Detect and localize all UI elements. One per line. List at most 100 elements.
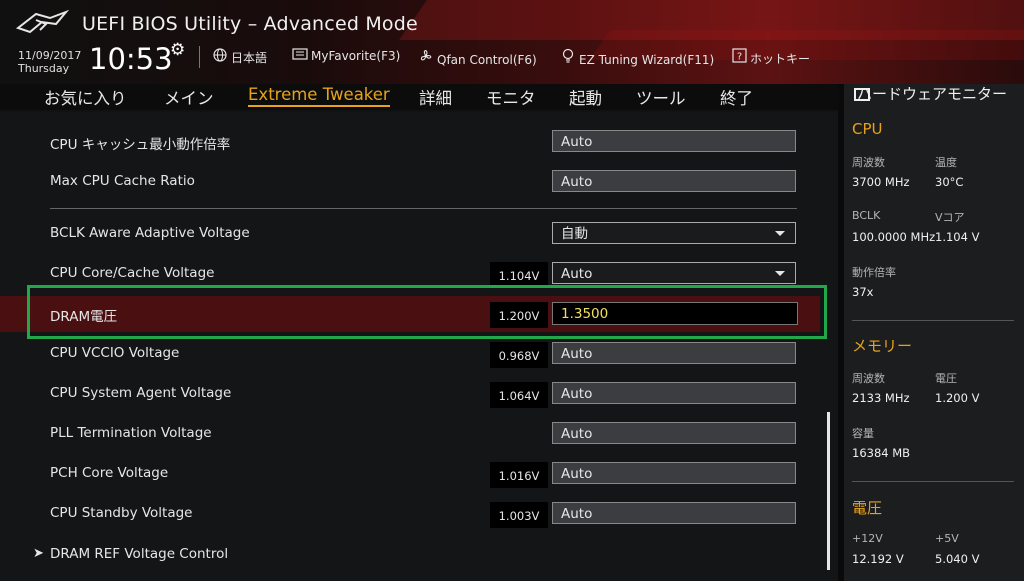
v5-label: +5V [935,532,959,545]
header-bar: UEFI BIOS Utility – Advanced Mode 11/09/… [0,0,1024,84]
mem-freq-value: 2133 MHz [852,391,910,405]
setting-label: CPU Core/Cache Voltage [50,265,215,281]
hotkey-label: ホットキー [750,52,811,66]
section-divider [852,320,1014,321]
vcore-label: Vコア [935,211,965,224]
qfan-label: Qfan Control(F6) [437,53,537,67]
highlight-annotation-box [27,285,827,339]
dropdown-selected-value: Auto [561,266,593,282]
bulb-icon [560,48,576,68]
ez-tuning-wizard-button[interactable]: EZ Tuning Wizard(F11) [560,48,714,68]
monitor-icon [854,88,870,101]
day-text: Thursday [18,62,70,75]
tab-boot[interactable]: 起動 [569,85,602,109]
chevron-right-icon: ➤ [33,546,44,561]
hardware-monitor-panel: ハードウェアモニター CPU 周波数 温度 3700 MHz 30°C BCLK… [838,84,1024,581]
tab-main[interactable]: メイン [164,85,214,109]
svg-text:?: ? [736,52,741,63]
scrollbar[interactable] [827,412,830,570]
cpu-freq-value: 3700 MHz [852,175,910,189]
myfavorite-button[interactable]: MyFavorite(F3) [292,48,400,64]
setting-value-input[interactable]: Auto [552,342,796,364]
setting-label: BCLK Aware Adaptive Voltage [50,225,250,241]
chevron-down-icon [775,231,785,236]
setting-value-input[interactable]: Auto [552,502,796,524]
fan-icon [418,48,434,68]
tab-extreme-tweaker[interactable]: Extreme Tweaker [248,85,390,107]
submenu-label: DRAM REF Voltage Control [50,546,229,562]
help-icon: ? [731,48,747,67]
voltage-reading: 1.016V [490,462,548,488]
mem-volt-label: 電圧 [935,372,957,385]
settings-panel: CPU キャッシュ最小動作倍率 Auto Max CPU Cache Ratio… [0,112,838,581]
setting-label: CPU Standby Voltage [50,505,193,521]
mem-cap-value: 16384 MB [852,446,911,460]
gear-icon[interactable]: ⚙ [170,40,185,60]
date-text: 11/09/2017 [18,49,82,62]
dropdown-selected-value: 自動 [561,226,588,242]
voltage-reading: 1.064V [490,382,548,408]
setting-label: CPU VCCIO Voltage [50,345,180,361]
clock-time: 10:53 [89,42,173,76]
section-heading-memory: メモリー [852,337,913,355]
setting-value-dropdown[interactable]: Auto [552,262,796,284]
language-button[interactable]: 日本語 [212,48,267,66]
setting-label: PLL Termination Voltage [50,425,212,441]
bclk-label: BCLK [852,209,881,222]
vcore-value: 1.104 V [935,230,980,244]
section-divider [50,208,797,209]
ez-tuning-label: EZ Tuning Wizard(F11) [579,53,715,67]
hw-monitor-title: ハードウェアモニター [852,86,1012,103]
main-menu-tabs: お気に入り メイン Extreme Tweaker 詳細 モニタ 起動 ツール … [0,84,838,110]
setting-row-cpu-cache-min-ratio[interactable]: CPU キャッシュ最小動作倍率 Auto [0,124,820,160]
clock-date: 11/09/2017 Thursday [18,49,81,75]
setting-row-cpu-vccio-voltage[interactable]: CPU VCCIO Voltage 0.968V Auto [0,336,820,372]
v5-value: 5.040 V [935,552,980,566]
setting-value-dropdown[interactable]: 自動 [552,222,796,244]
language-label: 日本語 [231,51,268,65]
setting-row-cpu-system-agent-voltage[interactable]: CPU System Agent Voltage 1.064V Auto [0,376,820,412]
setting-label: PCH Core Voltage [50,465,169,481]
ratio-value: 37x [852,285,874,299]
setting-row-pch-core-voltage[interactable]: PCH Core Voltage 1.016V Auto [0,456,820,492]
hw-monitor-title-text: ハードウェアモニター [856,85,1007,103]
tab-exit[interactable]: 終了 [720,85,753,109]
tab-favorites[interactable]: お気に入り [44,85,127,109]
setting-label: Max CPU Cache Ratio [50,173,195,189]
setting-value-input[interactable]: Auto [552,170,796,192]
keyboard-icon [292,48,308,64]
cpu-temp-label: 温度 [935,156,957,169]
setting-label: CPU キャッシュ最小動作倍率 [50,137,231,153]
cpu-temp-value: 30°C [935,175,964,189]
tab-monitor[interactable]: モニタ [486,85,536,109]
setting-value-input[interactable]: Auto [552,130,796,152]
submenu-dram-ref-voltage-control[interactable]: ➤ DRAM REF Voltage Control [0,537,820,573]
voltage-reading: 1.003V [490,502,548,528]
chevron-down-icon [775,271,785,276]
setting-row-max-cpu-cache-ratio[interactable]: Max CPU Cache Ratio Auto [0,164,820,200]
setting-row-cpu-standby-voltage[interactable]: CPU Standby Voltage 1.003V Auto [0,496,820,532]
section-heading-cpu: CPU [852,120,883,138]
v12-label: +12V [852,532,883,545]
globe-icon [212,48,228,66]
section-heading-voltage: 電圧 [852,499,883,517]
qfan-control-button[interactable]: Qfan Control(F6) [418,48,537,68]
setting-value-input[interactable]: Auto [552,382,796,404]
setting-row-pll-termination-voltage[interactable]: PLL Termination Voltage Auto [0,416,820,452]
tab-advanced[interactable]: 詳細 [419,85,452,109]
section-divider [852,481,1014,482]
myfavorite-label: MyFavorite(F3) [311,49,401,63]
setting-label: CPU System Agent Voltage [50,385,232,401]
setting-row-bclk-aware-adaptive-voltage[interactable]: BCLK Aware Adaptive Voltage 自動 [0,216,820,252]
v12-value: 12.192 V [852,552,904,566]
setting-value-input[interactable]: Auto [552,422,796,444]
setting-value-input[interactable]: Auto [552,462,796,484]
voltage-reading: 0.968V [490,342,548,368]
mem-volt-value: 1.200 V [935,391,980,405]
mem-freq-label: 周波数 [852,372,885,385]
mem-cap-label: 容量 [852,427,874,440]
cpu-freq-label: 周波数 [852,156,885,169]
tab-tool[interactable]: ツール [636,85,686,109]
rog-logo-icon [16,9,70,34]
hotkey-button[interactable]: ? ホットキー [731,48,810,67]
